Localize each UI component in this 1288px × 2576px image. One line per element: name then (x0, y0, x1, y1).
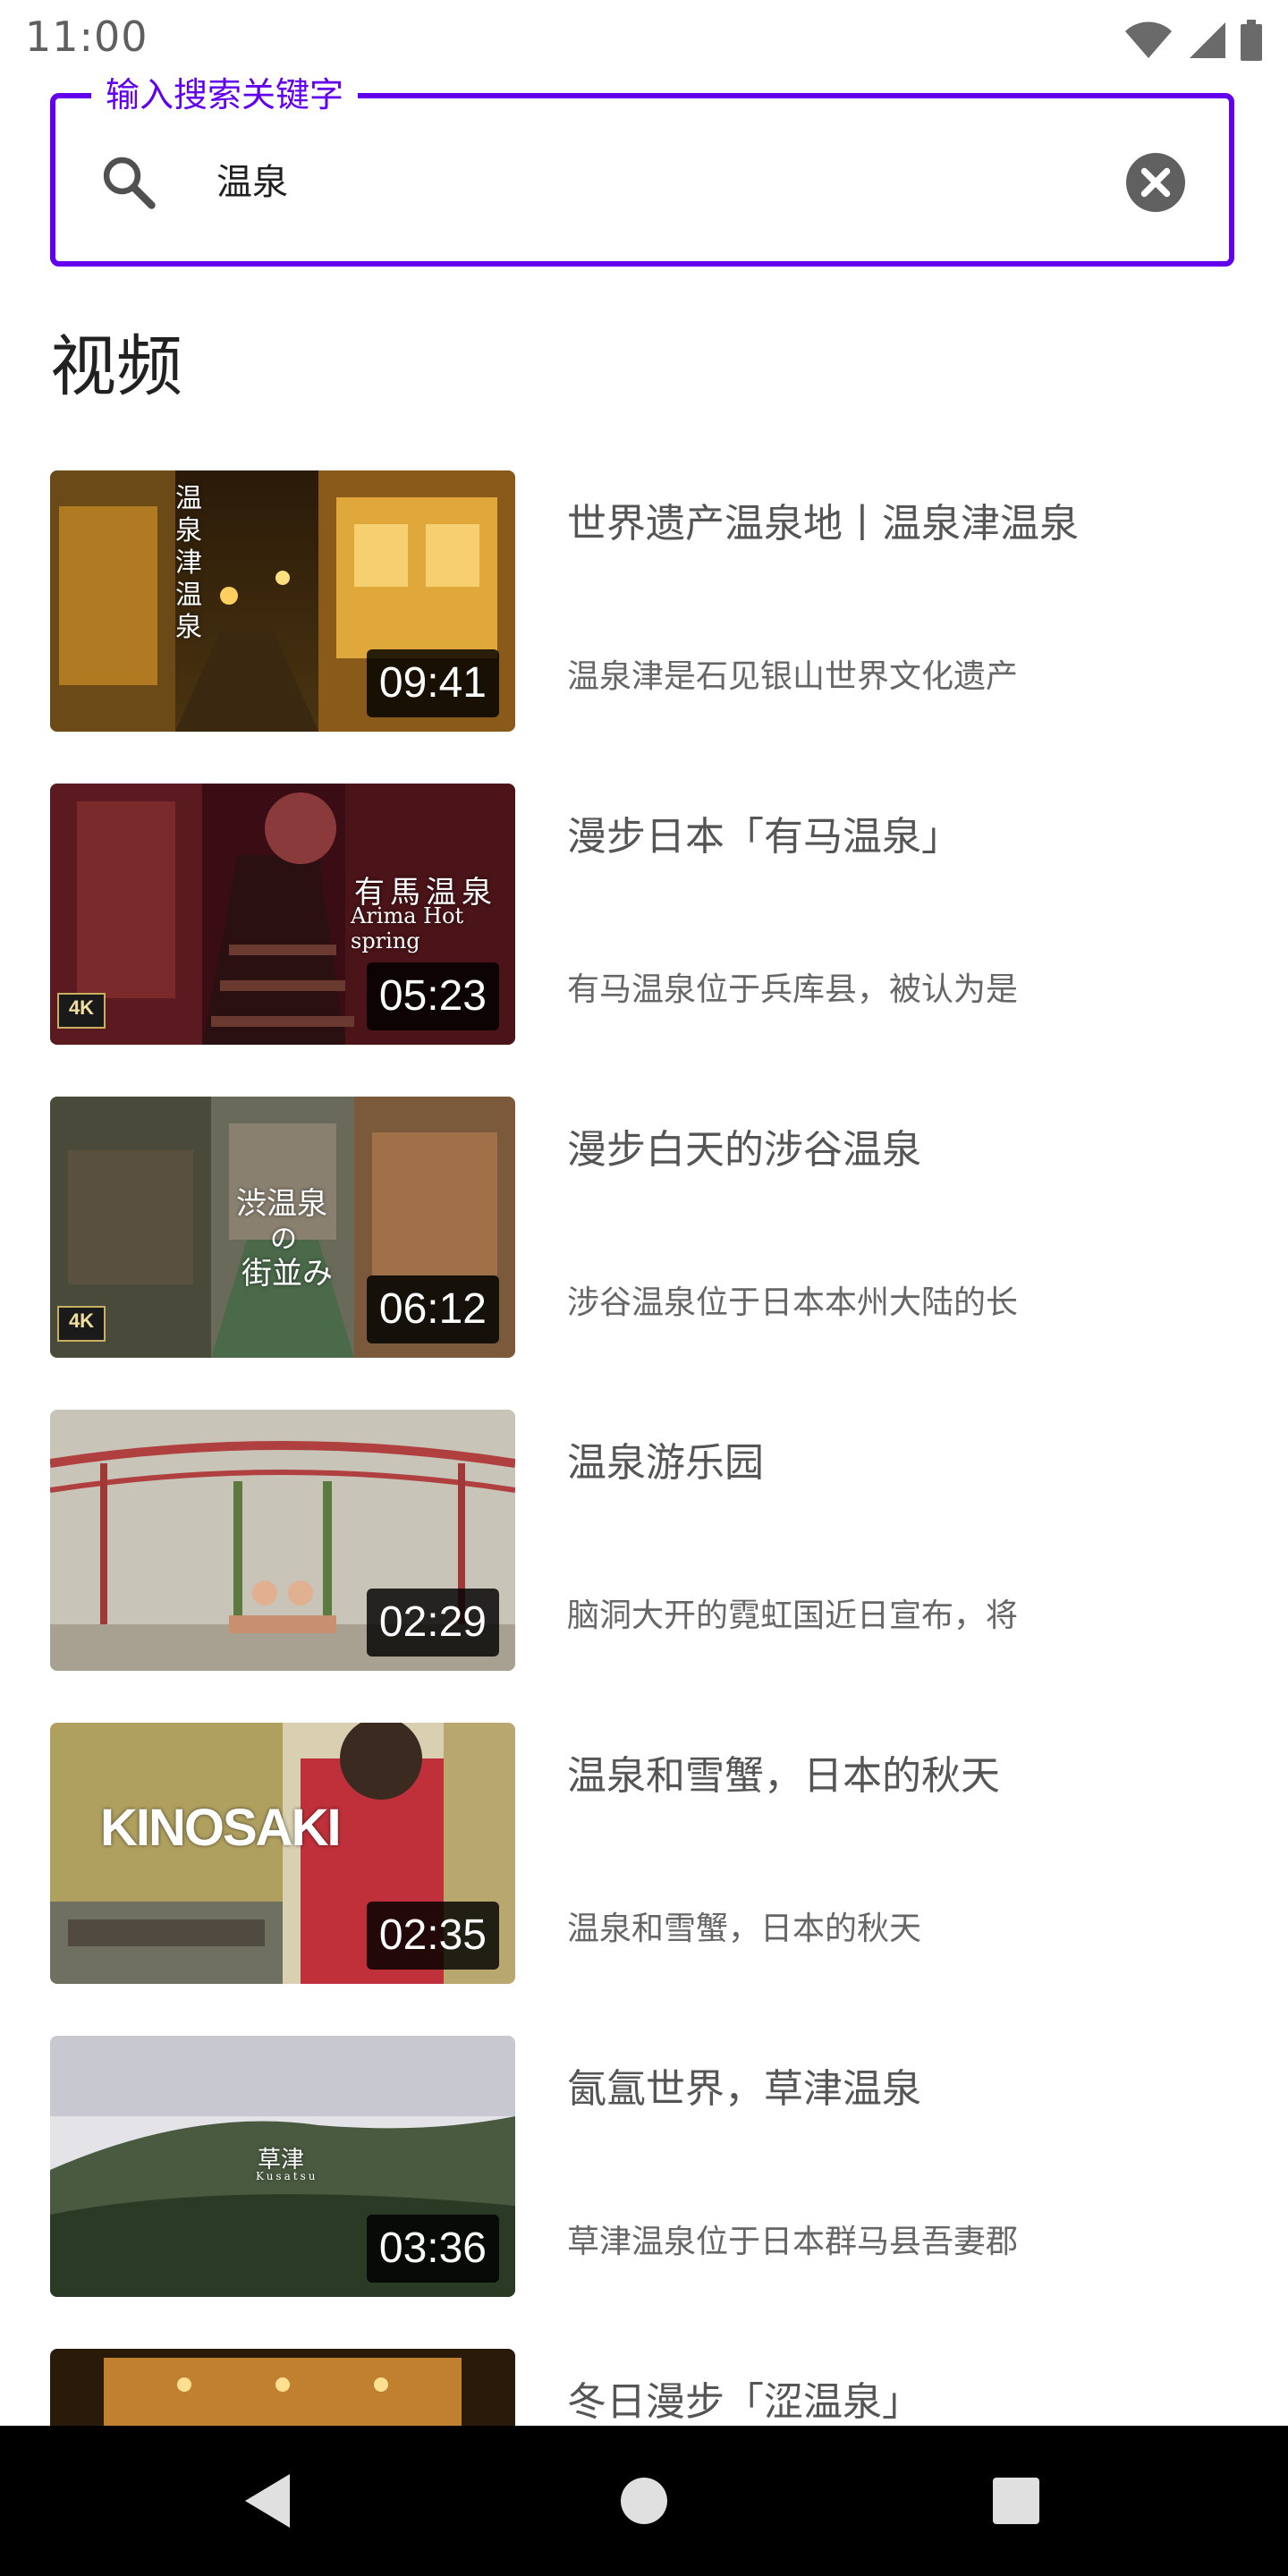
video-duration: 02:35 (366, 1902, 499, 1970)
video-thumbnail (50, 2349, 515, 2426)
video-thumbnail: 草津 Kusatsu 03:36 (50, 2036, 515, 2297)
video-duration: 06:12 (366, 1275, 499, 1343)
thumbnail-subcaption: Arima Hot spring (351, 903, 464, 953)
video-description: 涉谷温泉位于日本本州大陆的长 (567, 1284, 1019, 1321)
recents-icon (993, 2478, 1039, 2524)
video-thumbnail: 02:29 (50, 1410, 515, 1671)
close-circle-icon (1126, 153, 1185, 212)
4k-badge: 4K (57, 993, 106, 1029)
video-description: 脑洞大开的霓虹国近日宣布，将 (567, 1597, 1019, 1634)
video-description: 温泉和雪蟹，日本的秋天 (567, 1911, 922, 1947)
video-title: 漫步白天的涉谷温泉 (567, 1127, 921, 1173)
video-thumbnail: 温泉津温泉 09:41 (50, 470, 515, 732)
video-item[interactable]: KINOSAKI 02:35 温泉和雪蟹，日本的秋天 温泉和雪蟹，日本的秋天 (0, 1723, 1288, 1984)
signal-icon (1186, 21, 1227, 60)
status-icons (1123, 18, 1263, 63)
home-icon (621, 2478, 667, 2524)
search-field[interactable]: 输入搜索关键字 (50, 72, 1234, 267)
video-item[interactable]: 有馬温泉 Arima Hot spring 4K 05:23 漫步日本「有马温泉… (0, 784, 1288, 1045)
video-title: 世界遗产温泉地丨温泉津温泉 (567, 501, 1079, 547)
video-title: 冬日漫步「涩温泉」 (567, 2379, 921, 2425)
video-thumbnail: 有馬温泉 Arima Hot spring 4K 05:23 (50, 784, 515, 1045)
thumbnail-subcaption: Kusatsu (256, 2170, 318, 2182)
video-title: 温泉游乐园 (567, 1440, 764, 1486)
back-icon (245, 2474, 290, 2528)
navigation-bar (0, 2426, 1288, 2576)
battery-icon (1240, 20, 1263, 61)
video-item[interactable]: 渋温泉 の 街並み 4K 06:12 漫步白天的涉谷温泉 涉谷温泉位于日本本州大… (0, 1097, 1288, 1358)
search-input[interactable] (216, 154, 1021, 211)
clear-search-button[interactable] (1123, 150, 1188, 215)
4k-badge: 4K (57, 1306, 106, 1342)
video-title: 漫步日本「有马温泉」 (567, 814, 961, 860)
video-duration: 09:41 (366, 649, 499, 717)
video-item[interactable]: 02:29 温泉游乐园 脑洞大开的霓虹国近日宣布，将 (0, 1410, 1288, 1671)
video-description: 温泉津是石见银山世界文化遗产 (567, 658, 1019, 695)
thumbnail-subcaption: 街並み (242, 1256, 333, 1292)
status-time: 11:00 (25, 13, 148, 61)
back-button[interactable] (233, 2465, 304, 2537)
video-item[interactable]: 冬日漫步「涩温泉」 (0, 2349, 1288, 2426)
home-button[interactable] (608, 2465, 680, 2537)
video-description: 草津温泉位于日本群马县吾妻郡 (567, 2224, 1019, 2260)
video-list[interactable]: 温泉津温泉 09:41 世界遗产温泉地丨温泉津温泉 温泉津是石见银山世界文化遗产… (0, 470, 1288, 2426)
thumbnail-caption: 温泉津温泉 (175, 483, 202, 643)
video-item[interactable]: 温泉津温泉 09:41 世界遗产温泉地丨温泉津温泉 温泉津是石见银山世界文化遗产 (0, 470, 1288, 732)
video-title: 氤氲世界，草津温泉 (567, 2066, 921, 2112)
wifi-icon (1123, 21, 1174, 60)
video-thumbnail: KINOSAKI 02:35 (50, 1723, 515, 1984)
video-item[interactable]: 草津 Kusatsu 03:36 氤氲世界，草津温泉 草津温泉位于日本群马县吾妻… (0, 2036, 1288, 2297)
section-title: 视频 (50, 328, 182, 405)
video-thumbnail: 渋温泉 の 街並み 4K 06:12 (50, 1097, 515, 1358)
search-icon (97, 150, 161, 215)
recents-button[interactable] (980, 2465, 1052, 2537)
video-description: 有马温泉位于兵库县，被认为是 (567, 971, 1019, 1008)
video-duration: 05:23 (366, 962, 499, 1030)
status-bar: 11:00 (0, 0, 1288, 79)
video-duration: 03:36 (366, 2215, 499, 2283)
thumbnail-caption: KINOSAKI (100, 1799, 342, 1857)
video-duration: 02:29 (366, 1589, 499, 1657)
search-label: 输入搜索关键字 (91, 72, 359, 118)
video-title: 温泉和雪蟹，日本的秋天 (567, 1753, 1000, 1799)
